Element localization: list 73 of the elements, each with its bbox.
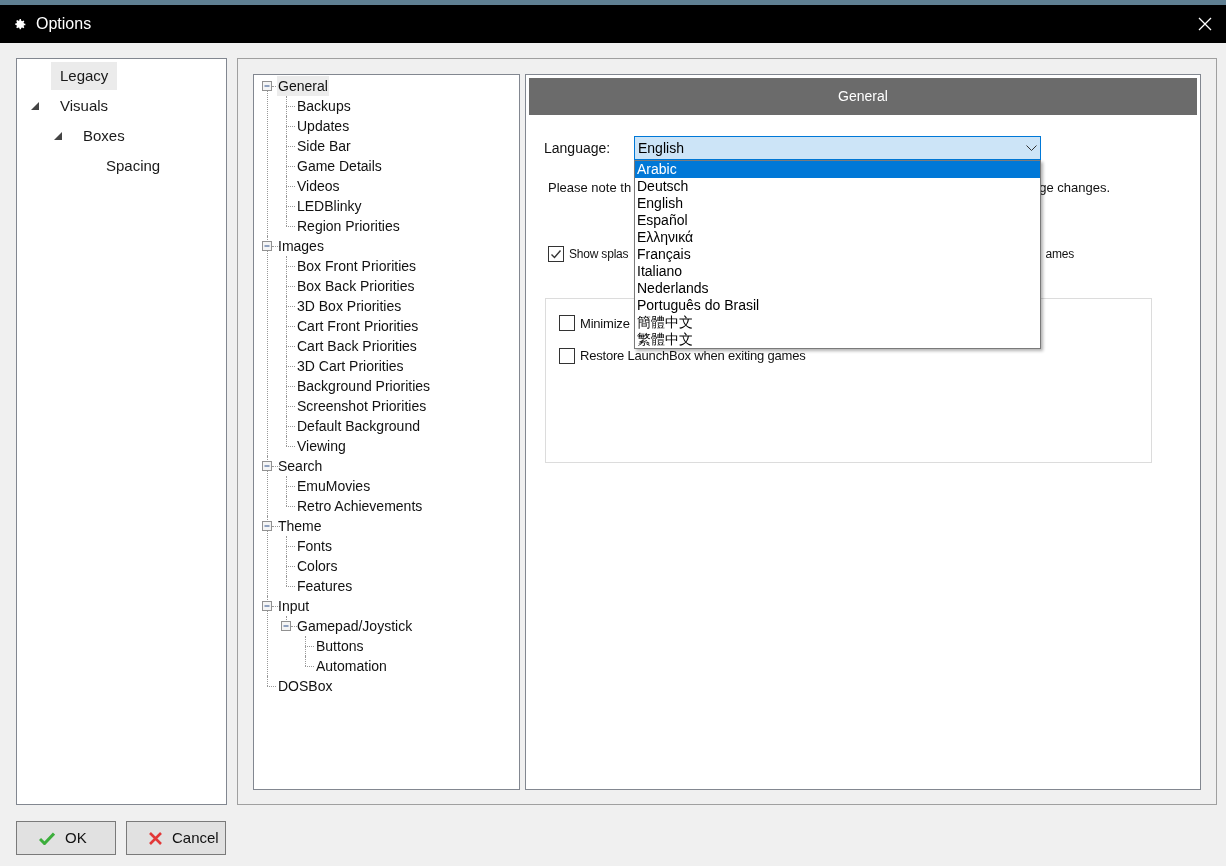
- dropdown-option[interactable]: Nederlands: [635, 280, 1040, 297]
- collapse-icon[interactable]: [262, 241, 272, 251]
- dropdown-option[interactable]: Français: [635, 246, 1040, 263]
- checkbox[interactable]: [559, 347, 575, 364]
- category-item[interactable]: Legacy: [51, 62, 118, 90]
- category-item[interactable]: Spacing: [97, 152, 170, 180]
- tree-item[interactable]: Automation: [315, 656, 388, 676]
- tree-item[interactable]: Box Front Priorities: [296, 256, 418, 276]
- expanded-triangle-icon[interactable]: [31, 102, 39, 110]
- checkbox-label: Restore LaunchBox when exiting games: [580, 347, 806, 365]
- close-icon[interactable]: [1198, 17, 1212, 31]
- tree-item[interactable]: Screenshot Priorities: [296, 396, 428, 416]
- tree-item[interactable]: 3D Cart Priorities: [296, 356, 405, 376]
- tree-item[interactable]: Search: [277, 456, 324, 476]
- tree-item[interactable]: Backups: [296, 96, 352, 116]
- section-header: General: [529, 78, 1197, 115]
- dropdown-option[interactable]: Arabic: [635, 161, 1040, 178]
- dropdown-option[interactable]: 簡體中文: [635, 314, 1040, 331]
- collapse-icon[interactable]: [262, 81, 272, 91]
- window-title: Options: [36, 14, 92, 34]
- tree-item[interactable]: Buttons: [315, 636, 365, 656]
- tree-item[interactable]: Images: [277, 236, 325, 256]
- dropdown-option[interactable]: Italiano: [635, 263, 1040, 280]
- language-dropdown[interactable]: English: [634, 136, 1041, 160]
- dropdown-option[interactable]: Português do Brasil: [635, 297, 1040, 314]
- cancel-button[interactable]: Cancel: [126, 821, 226, 855]
- tree-item[interactable]: Theme: [277, 516, 323, 536]
- tree-item[interactable]: Default Background: [296, 416, 421, 436]
- gear-icon: [14, 17, 27, 31]
- checkbox[interactable]: [548, 245, 564, 262]
- checkbox-label: Minimize: [580, 314, 630, 333]
- chevron-down-icon: [1026, 144, 1037, 152]
- tree-item[interactable]: 3D Box Priorities: [296, 296, 403, 316]
- tree-item[interactable]: Input: [277, 596, 311, 616]
- collapse-icon[interactable]: [262, 461, 272, 471]
- tree-item[interactable]: Gamepad/Joystick: [296, 616, 414, 636]
- checkbox-label: Show splas: [569, 245, 629, 263]
- tree-item[interactable]: Background Priorities: [296, 376, 432, 396]
- note-text: Please note th: [548, 179, 632, 197]
- dropdown-option[interactable]: Deutsch: [635, 178, 1040, 195]
- dropdown-option[interactable]: Ελληνικά: [635, 229, 1040, 246]
- language-label: Language:: [544, 138, 612, 158]
- x-icon: [149, 831, 162, 845]
- tree-item[interactable]: Features: [296, 576, 354, 596]
- tree-item[interactable]: Updates: [296, 116, 351, 136]
- tree-item[interactable]: Box Back Priorities: [296, 276, 416, 296]
- checkbox[interactable]: [559, 315, 575, 332]
- tree-item[interactable]: Fonts: [296, 536, 333, 556]
- dropdown-option[interactable]: Español: [635, 212, 1040, 229]
- tree-item[interactable]: Colors: [296, 556, 339, 576]
- dropdown-option[interactable]: 繁體中文: [635, 331, 1040, 348]
- tree-item[interactable]: Side Bar: [296, 136, 352, 156]
- tree-item[interactable]: Game Details: [296, 156, 383, 176]
- category-item[interactable]: Visuals: [51, 92, 118, 120]
- tree-item[interactable]: Viewing: [296, 436, 347, 456]
- collapse-icon[interactable]: [262, 601, 272, 611]
- tree-item[interactable]: LEDBlinky: [296, 196, 363, 216]
- tree-item[interactable]: DOSBox: [277, 676, 334, 696]
- tree-item[interactable]: Retro Achievements: [296, 496, 424, 516]
- tree-item[interactable]: Region Priorities: [296, 216, 401, 236]
- tree-item[interactable]: Cart Back Priorities: [296, 336, 418, 356]
- category-item[interactable]: Boxes: [74, 122, 134, 150]
- ok-button[interactable]: OK: [16, 821, 116, 855]
- checkbox-label: ames: [1045, 245, 1074, 263]
- dropdown-option[interactable]: English: [635, 195, 1040, 212]
- tree-item[interactable]: General: [277, 76, 329, 96]
- tree-item[interactable]: EmuMovies: [296, 476, 372, 496]
- collapse-icon[interactable]: [262, 521, 272, 531]
- collapse-icon[interactable]: [281, 621, 291, 631]
- expanded-triangle-icon[interactable]: [54, 132, 62, 140]
- tree-item[interactable]: Cart Front Priorities: [296, 316, 420, 336]
- tree-item[interactable]: Videos: [296, 176, 341, 196]
- checkmark-icon: [39, 831, 55, 845]
